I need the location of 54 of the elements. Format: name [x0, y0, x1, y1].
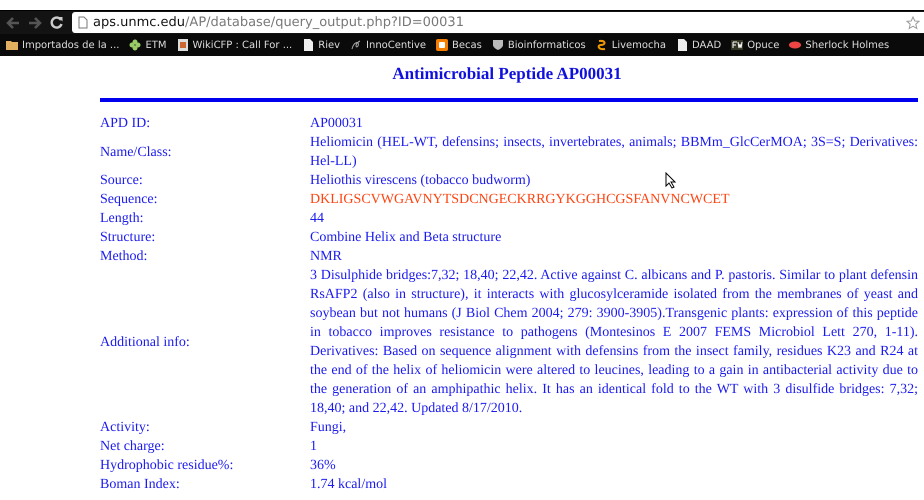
- reload-icon[interactable]: [50, 16, 64, 29]
- bookmark-link[interactable]: InnoCentive: [350, 39, 426, 51]
- field-label: Structure:: [100, 229, 156, 247]
- field-value: Fungi,: [310, 419, 346, 437]
- flower-icon: [129, 39, 142, 51]
- forward-icon[interactable]: [28, 16, 42, 28]
- field-value: 1.74 kcal/mol: [310, 476, 387, 494]
- field-label: Source:: [100, 172, 143, 190]
- bookmark-link[interactable]: Bioinformaticos: [492, 39, 586, 51]
- folder-icon: [6, 39, 18, 51]
- field-label: Method:: [100, 248, 148, 266]
- document-icon: [176, 39, 189, 51]
- field-value: NMR: [310, 248, 342, 266]
- page-title: Antimicrobial Peptide AP00031: [391, 64, 623, 84]
- bookmark-link[interactable]: Riev: [302, 39, 340, 51]
- pill-icon: [789, 39, 802, 51]
- field-value: Heliothis virescens (tobacco budworm): [310, 172, 530, 190]
- back-icon[interactable]: [6, 16, 20, 28]
- field-label: Name/Class:: [100, 144, 172, 162]
- field-label: Hydrophobic residue%:: [100, 457, 234, 475]
- field-label: Additional info:: [100, 334, 190, 352]
- bookmark-link[interactable]: Importados de la ...: [6, 39, 120, 51]
- page-icon: [302, 39, 314, 51]
- field-label: Length:: [100, 210, 144, 228]
- swirl-icon: [350, 39, 362, 51]
- bookmark-link[interactable]: WikiCFP : Call For ...: [176, 39, 292, 51]
- swirl-icon: [596, 39, 608, 51]
- page-icon: [78, 16, 88, 29]
- sequence-value: DKLIGSCVWGAVNYTSDCNGECKRRGYKGGHCGSFANVNCWCET: [310, 191, 730, 209]
- field-value: 1: [310, 438, 317, 456]
- bookmark-link[interactable]: Opuce: [731, 39, 780, 51]
- field-value: AP00031: [310, 115, 363, 133]
- bookmark-link[interactable]: Sherlock Holmes: [789, 39, 890, 51]
- bookmark-link[interactable]: Livemocha: [596, 39, 666, 51]
- logo-icon: [731, 39, 744, 51]
- field-label: Activity:: [100, 419, 150, 437]
- field-label: Net charge:: [100, 438, 165, 456]
- field-label: APD ID:: [100, 115, 150, 133]
- field-value: 44: [310, 210, 324, 228]
- field-value: Heliomicin (HEL-WT, defensins; insects, invertebrates, animals; BBMm_GlcCerMOA; 3S=S; Derivatives: Hel-LL): [310, 134, 918, 171]
- field-value: 3 Disulphide bridges:7,32; 18,40; 22,42. Active against C. albicans and P. pastoris. Similar to plant defensin RsAFP2 (also in structure), it interacts with glucosylceramide isolated from the membranes of yeast and soybean but not humans (J Biol Chem 2004; 279: 3900-3905).Transgenic plants: expression of this peptide in tobacco improves resistance to pathogens (Montesinos E 2007 FEMS Microbiol Lett 270, 1-11). Derivatives: Based on sequence alignment with defensins from the insect family, residues K23 and R24 at the end of the helix of heliomicin were altered to leucines, leading to a gain in antibacterial activity due to the generation of an amphipathic helix. It has an identical fold to the WT with 3 disulfide bridges: 7,32; 18,40; and 22,42. Updated 8/17/2010.: [310, 267, 918, 418]
- page-icon: [676, 39, 688, 51]
- field-label: Boman Index:: [100, 476, 180, 494]
- address-bar[interactable]: aps.unmc.edu/AP/database/query_output.php?ID=00031: [72, 12, 924, 33]
- bookmark-link[interactable]: Becas: [436, 39, 482, 51]
- crest-icon: [492, 39, 504, 51]
- blog-icon: [436, 39, 448, 51]
- field-value: Combine Helix and Beta structure: [310, 229, 502, 247]
- field-value: 36%: [310, 457, 336, 475]
- field-label: Sequence:: [100, 191, 158, 209]
- bookmark-link[interactable]: ETM: [129, 39, 167, 51]
- bookmark-link[interactable]: DAAD: [676, 39, 722, 51]
- cursor-icon: [665, 172, 676, 189]
- star-icon[interactable]: [906, 16, 920, 30]
